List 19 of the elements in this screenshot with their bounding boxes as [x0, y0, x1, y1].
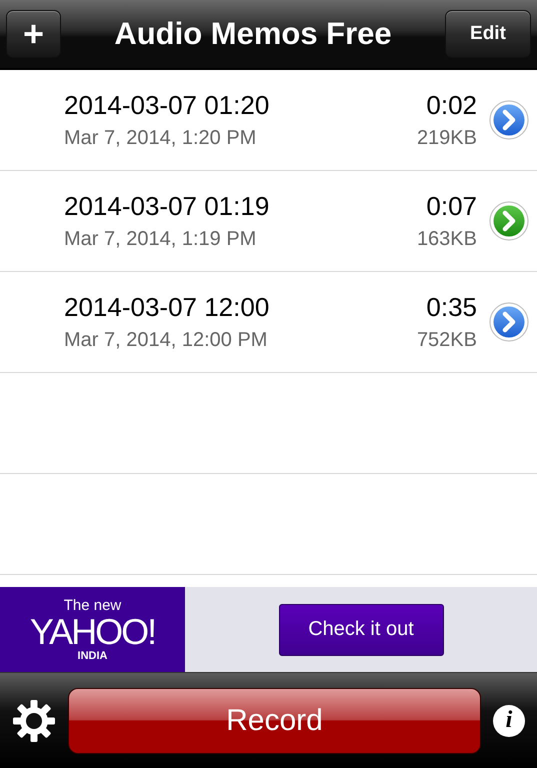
- memo-date: Mar 7, 2014, 12:00 PM: [64, 329, 268, 352]
- memo-duration: 0:07: [426, 191, 477, 222]
- memo-duration: 0:35: [426, 292, 477, 323]
- memo-size: 219KB: [416, 127, 477, 150]
- memo-date: Mar 7, 2014, 1:19 PM: [64, 228, 258, 251]
- memo-size: 163KB: [416, 228, 477, 251]
- memo-title: 2014-03-07 01:20: [64, 90, 270, 121]
- nav-title: Audio Memos Free: [114, 16, 392, 52]
- ad-logo[interactable]: The new YAHOO! INDIA: [0, 587, 185, 672]
- memo-date: Mar 7, 2014, 1:20 PM: [64, 127, 258, 150]
- edit-button[interactable]: Edit: [444, 10, 531, 58]
- memo-title: 2014-03-07 01:19: [64, 191, 270, 222]
- info-button[interactable]: i: [493, 704, 525, 736]
- memo-size: 752KB: [416, 329, 477, 352]
- add-button[interactable]: +: [6, 10, 61, 58]
- record-button[interactable]: Record: [68, 688, 481, 754]
- memo-title: 2014-03-07 12:00: [64, 292, 270, 323]
- memo-duration: 0:02: [426, 90, 477, 121]
- ad-button[interactable]: Check it out: [278, 604, 444, 656]
